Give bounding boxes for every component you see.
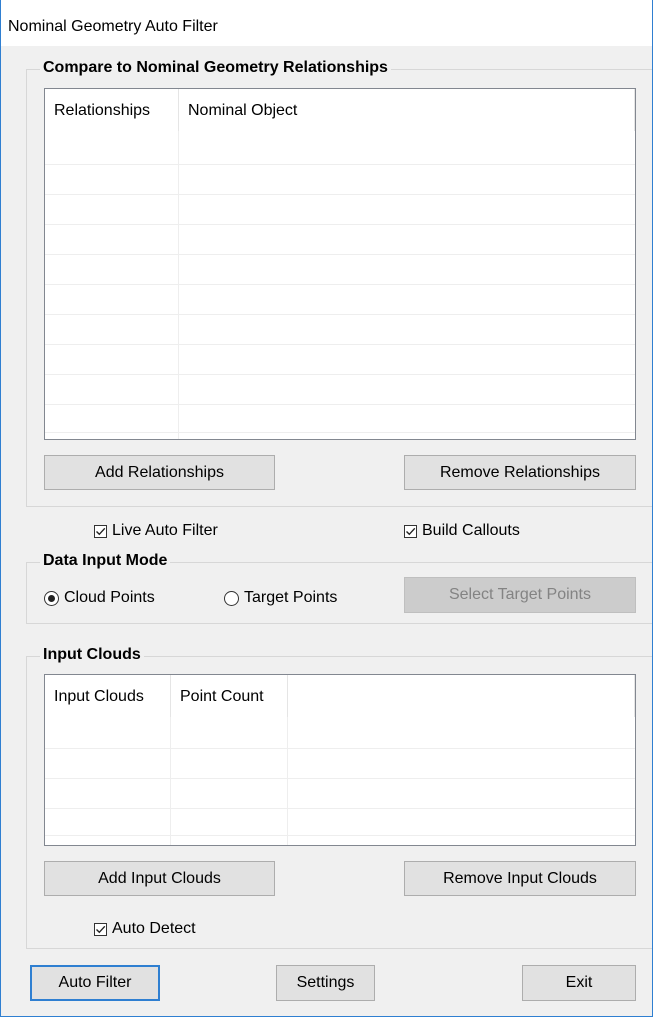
add-relationships-button[interactable]: Add Relationships (44, 455, 275, 490)
build-callouts-label: Build Callouts (422, 522, 520, 539)
live-auto-filter-label: Live Auto Filter (112, 522, 218, 539)
settings-button[interactable]: Settings (276, 965, 375, 1001)
grid-line (45, 778, 635, 779)
title-bar: Nominal Geometry Auto Filter (0, 0, 653, 46)
column-header-nominal-object[interactable]: Nominal Object (179, 89, 635, 131)
select-target-points-button: Select Target Points (404, 577, 636, 613)
grid-line (45, 314, 635, 315)
auto-filter-button[interactable]: Auto Filter (30, 965, 160, 1001)
remove-input-clouds-button[interactable]: Remove Input Clouds (404, 861, 636, 896)
checkmark-icon (94, 524, 107, 538)
build-callouts-checkbox[interactable]: Build Callouts (404, 522, 520, 540)
grid-line (45, 432, 635, 433)
grid-line (45, 748, 635, 749)
cloud-points-label: Cloud Points (64, 589, 155, 606)
grid-line (45, 164, 635, 165)
grid-line (170, 717, 171, 845)
auto-detect-checkbox[interactable]: Auto Detect (94, 920, 196, 938)
column-header-relationships[interactable]: Relationships (45, 89, 179, 131)
data-input-mode-legend: Data Input Mode (40, 552, 171, 570)
input-clouds-list-header: Input Clouds Point Count (45, 675, 635, 717)
grid-line (45, 404, 635, 405)
column-header-point-count[interactable]: Point Count (171, 675, 288, 717)
grid-line (178, 131, 179, 439)
live-auto-filter-checkbox[interactable]: Live Auto Filter (94, 522, 218, 540)
cloud-points-radio[interactable]: Cloud Points (44, 589, 155, 607)
relationships-list-header: Relationships Nominal Object (45, 89, 635, 131)
add-input-clouds-button[interactable]: Add Input Clouds (44, 861, 275, 896)
grid-line (45, 284, 635, 285)
remove-relationships-button[interactable]: Remove Relationships (404, 455, 636, 490)
grid-line (45, 374, 635, 375)
radio-unselected-icon (224, 590, 239, 606)
exit-button[interactable]: Exit (522, 965, 636, 1001)
radio-selected-icon (44, 590, 59, 606)
checkmark-icon (94, 922, 107, 936)
column-header-empty (288, 675, 635, 717)
checkmark-icon (404, 524, 417, 538)
grid-line (45, 194, 635, 195)
relationships-group-legend: Compare to Nominal Geometry Relationship… (40, 59, 391, 77)
grid-line (45, 835, 635, 836)
grid-line (45, 224, 635, 225)
relationships-list[interactable]: Relationships Nominal Object (44, 88, 636, 440)
grid-line (45, 254, 635, 255)
window-title: Nominal Geometry Auto Filter (8, 18, 218, 35)
grid-line (287, 717, 288, 845)
column-header-input-clouds[interactable]: Input Clouds (45, 675, 171, 717)
grid-line (45, 344, 635, 345)
input-clouds-list[interactable]: Input Clouds Point Count (44, 674, 636, 846)
input-clouds-legend: Input Clouds (40, 646, 144, 664)
target-points-label: Target Points (244, 589, 338, 606)
grid-line (45, 808, 635, 809)
target-points-radio[interactable]: Target Points (224, 589, 337, 607)
auto-detect-label: Auto Detect (112, 920, 196, 937)
